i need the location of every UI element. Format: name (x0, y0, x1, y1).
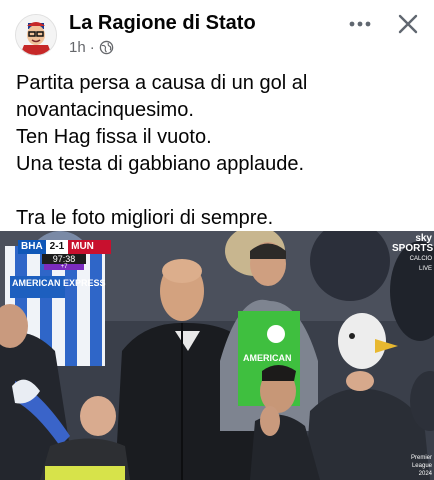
post-meta: 1h · (69, 39, 114, 56)
post-line: Una testa di gabbiano applaude. (16, 153, 305, 175)
close-icon (398, 14, 418, 34)
post-time[interactable]: 1h (69, 39, 86, 56)
post-header: La Ragione di Stato 1h · (0, 0, 434, 62)
more-options-button[interactable] (346, 14, 374, 34)
post-text: Partita persa a causa di un gol al novan… (16, 70, 421, 232)
scorebug-row: BHA 2-1 MUN (18, 240, 111, 254)
broadcaster-channel: CALCIO (409, 256, 432, 262)
page-avatar[interactable] (15, 14, 57, 56)
page-name[interactable]: La Ragione di Stato (69, 12, 256, 35)
globe-icon (99, 40, 114, 55)
post-line: Ten Hag fissa il vuoto. (16, 126, 212, 148)
scorebug-time: 97:38 (42, 254, 86, 264)
close-button[interactable] (396, 12, 420, 36)
broadcaster-live: LIVE (418, 266, 432, 272)
jersey-sponsor-line1: AMERICAN EXPRESS (12, 278, 106, 288)
vest-text: AMERICAN (243, 353, 292, 363)
post-photo[interactable]: AMERICAN EXPRESS AMERICAN BHA 2-1 MUN 97… (0, 231, 434, 480)
broadcaster-name: sky SPORTS (392, 233, 434, 254)
avatar-illustration (16, 15, 56, 55)
broadcaster-logo: sky SPORTS CALCIO LIVE (392, 233, 434, 274)
scorebug: BHA 2-1 MUN 97:38 +7 (18, 240, 111, 270)
post-line: Partita persa a causa di un gol al (16, 72, 308, 94)
more-horizontal-icon (349, 21, 371, 27)
post-closing-line: Tra le foto migliori di sempre. (16, 207, 274, 229)
scorebug-home: BHA (18, 240, 46, 254)
league-watermark: Premier League 2024 (410, 455, 432, 477)
post-line: novantacinquesimo. (16, 99, 194, 121)
scorebug-score: 2-1 (45, 240, 69, 254)
meta-separator: · (89, 39, 95, 56)
scorebug-added-time: +7 (44, 264, 84, 270)
scorebug-away: MUN (68, 240, 111, 254)
